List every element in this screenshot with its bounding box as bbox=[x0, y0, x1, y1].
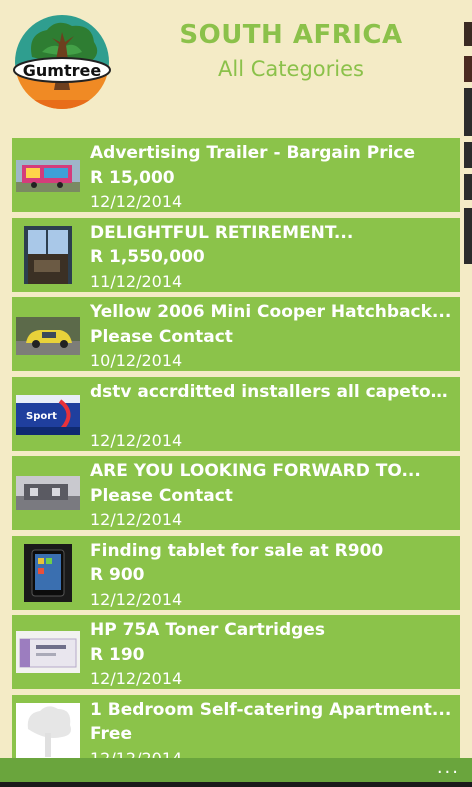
more-options-button[interactable]: ... bbox=[437, 758, 460, 778]
listing-date: 12/12/2014 bbox=[90, 669, 183, 688]
listing-title: ARE YOU LOOKING FORWARD TO... bbox=[90, 461, 421, 481]
listing-date: 12/12/2014 bbox=[90, 192, 183, 211]
listing-price: Free bbox=[90, 724, 132, 744]
listing-date: 12/12/2014 bbox=[90, 430, 183, 450]
listing-price: R 900 bbox=[90, 565, 145, 585]
listing-thumbnail bbox=[16, 702, 80, 758]
listing-date: 12/12/2014 bbox=[90, 748, 183, 759]
listing-date: 10/12/2014 bbox=[90, 351, 183, 370]
listing-item[interactable]: DELIGHTFUL RETIREMENT... R 1,550,000 11/… bbox=[12, 217, 460, 292]
gumtree-logo-icon: Gumtree bbox=[13, 15, 111, 109]
listing-date: 11/12/2014 bbox=[90, 271, 183, 291]
listing-price: R 1,550,000 bbox=[90, 247, 205, 267]
gumtree-logo: Gumtree bbox=[12, 12, 112, 112]
listing-price bbox=[90, 404, 456, 429]
app-bar: ... bbox=[0, 758, 472, 782]
listing-item[interactable]: HP 75A Toner Cartridges R 190 12/12/2014 bbox=[12, 615, 460, 689]
listing-item[interactable]: ARE YOU LOOKING FORWARD TO... Please Con… bbox=[12, 456, 460, 530]
category-title[interactable]: All Categories bbox=[150, 57, 432, 81]
listing-thumbnail bbox=[16, 631, 80, 673]
listing-thumbnail bbox=[24, 225, 72, 284]
listing-title: 1 Bedroom Self-catering Apartment... bbox=[90, 699, 452, 720]
listing-thumbnail bbox=[16, 160, 80, 192]
svg-text:Sport: Sport bbox=[26, 411, 57, 422]
listing-price: R 15,000 bbox=[90, 167, 175, 188]
system-bar bbox=[0, 782, 472, 787]
listing-item[interactable]: Yellow 2006 Mini Cooper Hatchback... Ple… bbox=[12, 297, 460, 371]
listing-item[interactable]: Finding tablet for sale at R900 R 900 12… bbox=[12, 535, 460, 610]
listing-item[interactable]: Advertising Trailer - Bargain Price R 15… bbox=[12, 138, 460, 212]
logo-text: Gumtree bbox=[23, 61, 102, 80]
listing-item[interactable]: Sport dstv accrditted installers all cap… bbox=[12, 376, 460, 451]
listing-price: R 190 bbox=[90, 644, 145, 665]
listing-title: dstv accrditted installers all capetown.… bbox=[90, 381, 456, 402]
listing-price: Please Contact bbox=[90, 326, 233, 347]
listing-thumbnail bbox=[16, 317, 80, 355]
country-title: SOUTH AFRICA bbox=[179, 20, 403, 50]
listing-title: Yellow 2006 Mini Cooper Hatchback... bbox=[90, 302, 452, 322]
listing-thumbnail bbox=[24, 543, 72, 602]
listing-thumbnail bbox=[16, 476, 80, 510]
next-panel-peek[interactable] bbox=[462, 18, 472, 268]
header: Gumtree SOUTH AFRICA All Categories bbox=[0, 0, 472, 264]
listing-date: 12/12/2014 bbox=[90, 510, 183, 529]
listing-title: DELIGHTFUL RETIREMENT... bbox=[90, 222, 354, 243]
listing-title: Advertising Trailer - Bargain Price bbox=[90, 143, 416, 163]
listing-price: Please Contact bbox=[90, 485, 233, 506]
listings-list[interactable]: Advertising Trailer - Bargain Price R 15… bbox=[12, 138, 460, 758]
listing-title: HP 75A Toner Cartridges bbox=[90, 620, 325, 640]
listing-thumbnail: Sport bbox=[16, 394, 80, 435]
listing-title: Finding tablet for sale at R900 bbox=[90, 540, 384, 561]
listing-item[interactable]: 1 Bedroom Self-catering Apartment... Fre… bbox=[12, 694, 460, 759]
listing-date: 12/12/2014 bbox=[90, 589, 183, 609]
